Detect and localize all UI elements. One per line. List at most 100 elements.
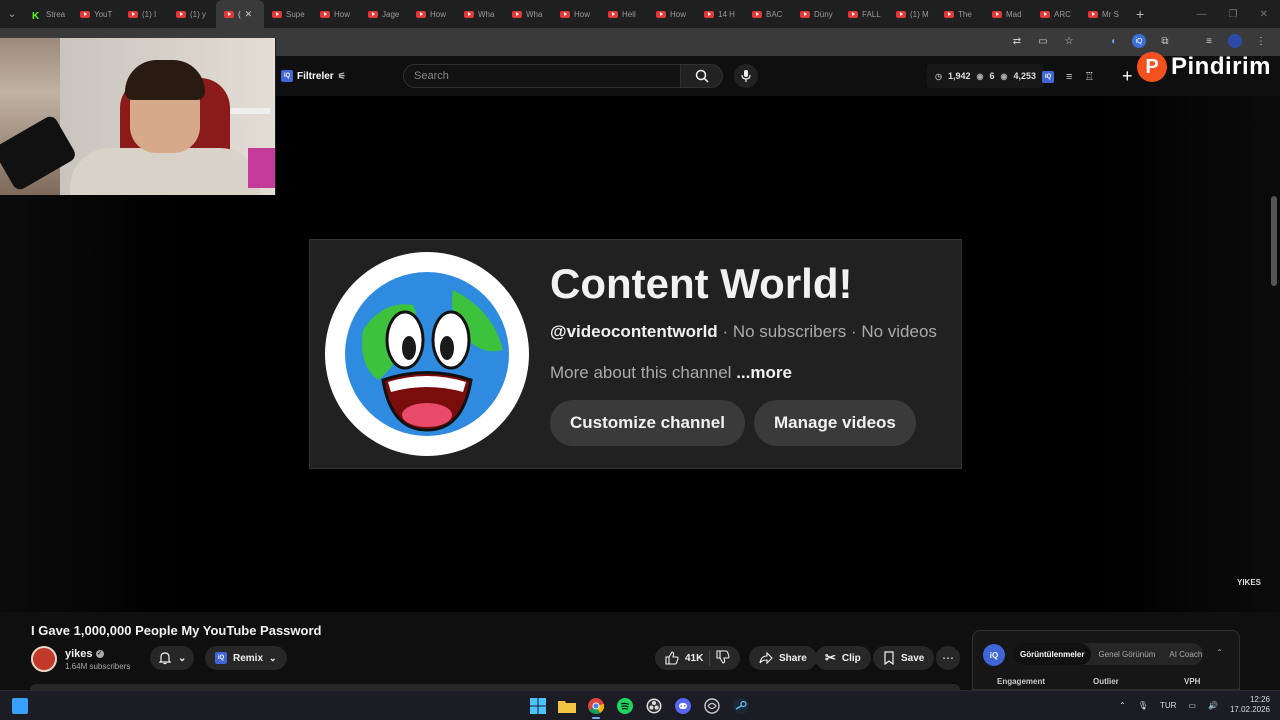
youtube-icon xyxy=(272,10,282,18)
widgets-icon[interactable] xyxy=(12,698,28,714)
vidiq-stats[interactable]: ◷ 1,942 ◉ 6 ◉ 4,253 xyxy=(927,64,1045,88)
chrome-icon[interactable] xyxy=(586,695,606,719)
browser-tab[interactable]: Jage xyxy=(360,0,408,28)
create-plus-icon[interactable]: + xyxy=(1122,66,1133,87)
channel-about[interactable]: More about this channel ...more xyxy=(550,363,792,383)
channel-title: Content World! xyxy=(550,260,853,307)
browser-tab[interactable]: (1) I xyxy=(120,0,168,28)
trophy-icon[interactable]: ♖ xyxy=(1084,70,1094,83)
browser-tab[interactable]: FALL xyxy=(840,0,888,28)
clip-button[interactable]: ✂ Clip xyxy=(815,646,871,670)
vidiq-panel: iQ Görüntülenmeler Genel Görünüm AI Coac… xyxy=(972,630,1240,690)
browser-tab[interactable]: YouT xyxy=(72,0,120,28)
browser-tab[interactable]: BAC xyxy=(744,0,792,28)
browser-tab[interactable]: Mr S xyxy=(1080,0,1128,28)
windows-start-icon[interactable] xyxy=(528,695,548,717)
browser-tab[interactable]: How xyxy=(648,0,696,28)
vidiq-icon[interactable]: iQ xyxy=(1042,70,1054,83)
browser-tab[interactable]: How xyxy=(408,0,456,28)
translate-icon[interactable]: ⇄ xyxy=(1010,34,1024,48)
cast-icon[interactable]: ▭ xyxy=(1036,34,1050,48)
minimize-icon[interactable]: — xyxy=(1197,9,1207,20)
manage-videos-button[interactable]: Manage videos xyxy=(754,400,916,446)
spotify-icon[interactable] xyxy=(615,695,635,717)
filters-button[interactable]: iQ Filtreler ⚟ xyxy=(281,70,346,82)
more-link[interactable]: ...more xyxy=(736,363,792,382)
tab-ai-coach[interactable]: AI Coach xyxy=(1162,643,1209,665)
browser-tab[interactable]: K Strea xyxy=(24,0,72,28)
voice-search-button[interactable] xyxy=(734,64,758,88)
browser-tab-label: ( xyxy=(238,9,241,19)
browser-tab[interactable]: Wha xyxy=(504,0,552,28)
collapse-chevron-icon[interactable]: ⌃ xyxy=(1216,648,1223,657)
more-actions-button[interactable]: ⋯ xyxy=(936,646,960,670)
mic-tray-icon[interactable]: 🎙 xyxy=(1138,701,1148,710)
like-button[interactable]: 41K xyxy=(665,651,703,665)
browser-tab[interactable]: 14 H xyxy=(696,0,744,28)
player-watermark: YIKES xyxy=(1237,578,1262,587)
sort-lines-icon[interactable]: ≡ xyxy=(1066,71,1072,83)
maximize-icon[interactable]: ❐ xyxy=(1229,9,1238,20)
close-window-icon[interactable]: ✕ xyxy=(1260,9,1268,20)
browser-tab[interactable]: (1) y xyxy=(168,0,216,28)
channel-subscribers: No subscribers xyxy=(732,322,847,341)
browser-tab[interactable]: Hell xyxy=(600,0,648,28)
bookmark-star-icon[interactable]: ☆ xyxy=(1062,34,1076,48)
browser-tab[interactable]: The xyxy=(936,0,984,28)
browser-tab-label: (1) I xyxy=(142,9,157,19)
channel-meta: @videocontentworld · No subscribers · No… xyxy=(550,322,937,342)
browser-tab[interactable]: (1) M xyxy=(888,0,936,28)
browser-tab[interactable]: (✕ xyxy=(216,0,264,28)
close-tab-icon[interactable]: ✕ xyxy=(245,9,253,20)
tab-goruntulenmeler[interactable]: Görüntülenmeler xyxy=(1013,643,1092,665)
remix-button[interactable]: iQ Remix ⌄ xyxy=(205,646,287,670)
page-scrollbar[interactable] xyxy=(1271,196,1277,286)
steam-icon[interactable] xyxy=(731,695,751,717)
volume-icon[interactable]: 🔊 xyxy=(1208,701,1218,710)
browser-tab[interactable]: Wha xyxy=(456,0,504,28)
vidiq-extension-icon[interactable]: iQ xyxy=(1132,34,1146,48)
search-input[interactable]: Search xyxy=(403,64,681,88)
webcam-overlay xyxy=(0,38,276,195)
browser-tab[interactable]: How xyxy=(552,0,600,28)
browser-menu-icon[interactable]: ⋮ xyxy=(1254,34,1268,48)
browser-tab[interactable]: Düny xyxy=(792,0,840,28)
youtube-icon xyxy=(128,10,138,18)
owner-avatar[interactable] xyxy=(31,646,57,672)
vidiq-logo-icon: iQ xyxy=(983,644,1005,666)
input-language[interactable]: TUR xyxy=(1160,701,1176,710)
search-button[interactable] xyxy=(681,64,723,88)
new-tab-button[interactable]: + xyxy=(1128,6,1152,22)
vidiq-tabs: Görüntülenmeler Genel Görünüm AI Coach xyxy=(1013,643,1203,665)
extension-sound-icon[interactable]: ◖ xyxy=(1106,34,1120,48)
clock[interactable]: 12:26 17.02.2026 xyxy=(1230,695,1270,715)
file-explorer-icon[interactable] xyxy=(557,695,577,717)
tab-search-chevron-icon[interactable]: ⌄ xyxy=(0,0,24,28)
tray-overflow-chevron-icon[interactable]: ⌃ xyxy=(1119,701,1126,710)
browser-tab[interactable]: Mad xyxy=(984,0,1032,28)
save-button[interactable]: Save xyxy=(873,646,935,670)
youtube-icon xyxy=(944,10,954,18)
profile-avatar-icon[interactable] xyxy=(1228,34,1242,48)
youtube-icon xyxy=(512,10,522,18)
owner-name[interactable]: yikes xyxy=(65,648,93,660)
notification-bell-button[interactable]: ⌄ xyxy=(150,646,195,670)
dislike-button[interactable] xyxy=(716,649,730,667)
network-icon[interactable]: ▭ xyxy=(1188,701,1196,710)
browser-tab[interactable]: Supe xyxy=(264,0,312,28)
tab-genel-gorunum[interactable]: Genel Görünüm xyxy=(1091,643,1162,665)
eye-icon: ◉ xyxy=(976,71,984,81)
reading-list-icon[interactable]: ≡ xyxy=(1202,34,1216,48)
share-button[interactable]: Share xyxy=(749,646,817,670)
extensions-puzzle-icon[interactable]: ⧉ xyxy=(1158,34,1172,48)
app-icon[interactable] xyxy=(702,695,722,717)
channel-avatar xyxy=(325,252,529,456)
discord-icon[interactable] xyxy=(673,695,693,717)
youtube-icon xyxy=(416,10,426,18)
browser-tab[interactable]: ARC xyxy=(1032,0,1080,28)
youtube-icon xyxy=(320,10,330,18)
browser-tab[interactable]: How xyxy=(312,0,360,28)
customize-channel-button[interactable]: Customize channel xyxy=(550,400,745,446)
youtube-icon xyxy=(1040,10,1050,18)
obs-icon[interactable] xyxy=(644,695,664,717)
